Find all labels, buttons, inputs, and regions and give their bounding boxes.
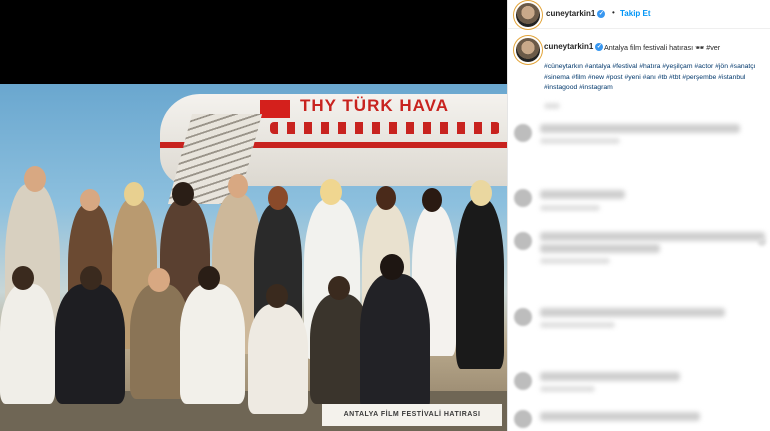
photo-caption-card: ANTALYA FİLM FESTİVALİ HATIRASI: [322, 404, 502, 426]
header-username-text[interactable]: cuneytarkin1: [546, 9, 595, 18]
post-sidebar: cuneytarkin1 ✓ • Takip Et cuneytarkin1 ✓ A…: [508, 0, 770, 431]
group-of-people: [0, 144, 507, 431]
comment-avatar[interactable]: [514, 372, 532, 390]
comment-text: [540, 244, 660, 253]
comment-avatar[interactable]: [514, 232, 532, 250]
caption-avatar[interactable]: [516, 38, 540, 62]
post-photo: THY TÜRK HAVA ANTALYA FİLM FESTİVALİ HAT…: [0, 84, 507, 431]
profile-avatar[interactable]: [516, 3, 540, 27]
follow-button[interactable]: Takip Et: [620, 9, 651, 18]
separator-dot: •: [612, 8, 615, 17]
post-media[interactable]: THY TÜRK HAVA ANTALYA FİLM FESTİVALİ HAT…: [0, 0, 507, 431]
caption-username-text[interactable]: cuneytarkin1: [544, 42, 593, 51]
verified-badge-icon: ✓: [595, 42, 604, 51]
comment-avatar[interactable]: [514, 410, 532, 428]
comment-meta: [540, 386, 595, 392]
comment-avatar[interactable]: [514, 124, 532, 142]
post-header: cuneytarkin1 ✓ • Takip Et: [508, 0, 770, 29]
caption-username[interactable]: cuneytarkin1 ✓: [544, 42, 604, 51]
header-username[interactable]: cuneytarkin1 ✓: [546, 9, 606, 18]
hashtags[interactable]: #cüneytarkın #antalya #festival #hatıra …: [544, 62, 766, 94]
plane-livery-text: THY TÜRK HAVA: [300, 96, 449, 115]
comment-meta: [540, 205, 600, 211]
comment-avatar[interactable]: [514, 189, 532, 207]
comment-text: [540, 190, 625, 199]
caption-text: Antalya film festivali hatırası 🕶 #ver: [604, 43, 721, 52]
comment-text: [540, 372, 680, 381]
caption-timestamp: [544, 103, 560, 109]
comment-meta: [540, 258, 610, 264]
comment-avatar[interactable]: [514, 308, 532, 326]
turkish-flag-icon: [260, 100, 290, 118]
comment-text: [540, 124, 740, 133]
comment-text: [540, 412, 700, 421]
comment-meta: [540, 322, 615, 328]
heart-icon[interactable]: [758, 238, 766, 246]
verified-badge-icon: ✓: [597, 9, 606, 18]
comment-meta: [540, 138, 620, 144]
comment-text: [540, 308, 725, 317]
plane-windows: [270, 122, 500, 134]
comment-text: [540, 232, 765, 241]
